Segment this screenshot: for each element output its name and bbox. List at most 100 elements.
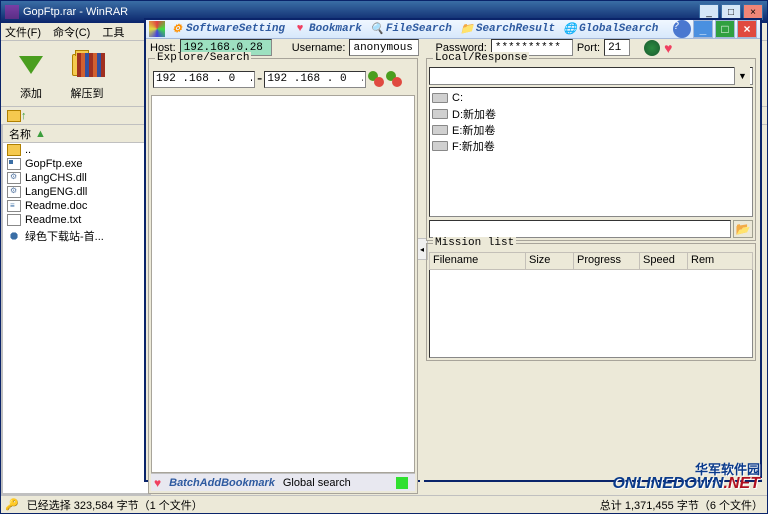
drive-icon xyxy=(432,125,448,135)
software-setting-button[interactable]: ⚙SoftwareSetting xyxy=(167,20,288,38)
file-panel: 名称 ▲ ..GopFtp.exeLangCHS.dllLangENG.dllR… xyxy=(1,125,151,495)
ie-icon xyxy=(7,230,21,242)
username-input[interactable] xyxy=(349,39,419,56)
path-input[interactable] xyxy=(429,220,731,238)
dll-icon xyxy=(7,186,21,198)
file-row[interactable]: Readme.txt xyxy=(3,213,149,227)
rar-icon xyxy=(5,5,19,19)
name-header: 名称 xyxy=(9,126,31,142)
arrow-down-icon xyxy=(19,56,43,74)
add-label: 添加 xyxy=(20,85,42,101)
status-total: 总计 1,371,455 字节（6 个文件） xyxy=(600,497,763,513)
port-label: Port: xyxy=(577,42,600,54)
folder-icon xyxy=(72,54,102,76)
exe-icon xyxy=(7,158,21,170)
scan-button-2[interactable] xyxy=(386,71,402,87)
chevron-down-icon: ▼ xyxy=(734,67,750,85)
file-name: Readme.txt xyxy=(25,214,81,226)
drive-row[interactable]: D:新加卷 xyxy=(432,106,750,122)
drive-icon xyxy=(432,141,448,151)
drive-icon xyxy=(432,93,448,103)
drive-label: C: xyxy=(452,92,463,104)
file-name: LangCHS.dll xyxy=(25,172,87,184)
file-search-button[interactable]: 🔍FileSearch xyxy=(367,20,455,38)
window-title: GopFtp.rar - WinRAR xyxy=(23,6,128,18)
mission-body[interactable] xyxy=(429,270,753,358)
menu-file[interactable]: 文件(F) xyxy=(5,24,41,40)
port-input[interactable] xyxy=(604,39,630,56)
drive-row[interactable]: C: xyxy=(432,90,750,106)
status-selection: 已经选择 323,584 字节（1 个文件） xyxy=(27,497,203,513)
col-progress[interactable]: Progress xyxy=(574,253,640,269)
file-row[interactable]: GopFtp.exe xyxy=(3,157,149,171)
folder-icon xyxy=(7,110,21,122)
dll-icon xyxy=(7,172,21,184)
winrar-statusbar: 🔑 已经选择 323,584 字节（1 个文件） 总计 1,371,455 字节… xyxy=(1,495,767,513)
drive-row[interactable]: F:新加卷 xyxy=(432,138,750,154)
file-row[interactable]: Readme.doc xyxy=(3,199,149,213)
file-name: Readme.doc xyxy=(25,200,87,212)
globe-icon: 🌐 xyxy=(563,22,577,36)
up-arrow-icon: ↑ xyxy=(21,110,27,122)
file-name: 绿色下载站-首... xyxy=(25,228,104,244)
inner-maximize-button[interactable]: □ xyxy=(715,20,735,38)
col-remain[interactable]: Rem xyxy=(688,253,752,269)
file-row[interactable]: LangCHS.dll xyxy=(3,171,149,185)
inner-close-button[interactable]: × xyxy=(737,20,757,38)
explore-list[interactable] xyxy=(151,95,415,473)
extract-button[interactable]: 解压到 xyxy=(67,45,107,102)
drive-label: D:新加卷 xyxy=(452,106,496,122)
global-search-button[interactable]: 🌐GlobalSearch xyxy=(560,20,661,38)
ip-from-input[interactable] xyxy=(153,71,255,88)
mission-header[interactable]: Filename Size Progress Speed Rem xyxy=(429,252,753,270)
file-name: .. xyxy=(25,144,31,156)
username-label: Username: xyxy=(292,42,346,54)
add-button[interactable]: 添加 xyxy=(11,45,51,102)
help-button[interactable]: ? xyxy=(673,20,691,38)
drive-icon xyxy=(432,109,448,119)
drive-row[interactable]: E:新加卷 xyxy=(432,122,750,138)
drive-list[interactable]: C: D:新加卷E:新加卷F:新加卷 xyxy=(429,87,753,217)
search-icon: 🔍 xyxy=(370,22,384,36)
col-filename[interactable]: Filename xyxy=(430,253,526,269)
add-bookmark-button[interactable]: ♥ xyxy=(664,41,678,55)
gopftp-window: ⚙SoftwareSetting ♥Bookmark 🔍FileSearch 📁… xyxy=(144,18,762,482)
local-group-label: Local/Response xyxy=(433,52,529,64)
folder-icon xyxy=(7,144,21,156)
inner-minimize-button[interactable]: _ xyxy=(693,20,713,38)
watermark: 华军软件园 ONLINEDOWN.NET xyxy=(612,463,760,492)
global-search-label[interactable]: Global search xyxy=(283,477,351,489)
heart-icon: ♥ xyxy=(293,22,307,36)
gear-icon: ⚙ xyxy=(170,22,184,36)
ip-to-input[interactable] xyxy=(264,71,366,88)
doc-icon xyxy=(7,200,21,212)
mission-label: Mission list xyxy=(433,237,516,249)
splitter[interactable]: ◂ xyxy=(420,58,424,494)
scan-button-1[interactable] xyxy=(368,71,384,87)
drive-label: E:新加卷 xyxy=(452,122,495,138)
folder-open-icon: 📂 xyxy=(736,222,751,236)
search-result-button[interactable]: 📁SearchResult xyxy=(457,20,558,38)
file-row[interactable]: LangENG.dll xyxy=(3,185,149,199)
drive-label: F:新加卷 xyxy=(452,138,495,154)
sort-asc-icon: ▲ xyxy=(35,128,46,140)
response-combo[interactable]: ▼ xyxy=(432,67,750,85)
dash-label: - xyxy=(257,70,262,88)
file-list[interactable]: ..GopFtp.exeLangCHS.dllLangENG.dllReadme… xyxy=(3,143,149,493)
connect-button[interactable] xyxy=(644,40,660,56)
key-icon: 🔑 xyxy=(5,498,19,511)
column-header-name[interactable]: 名称 ▲ xyxy=(3,125,149,143)
file-name: GopFtp.exe xyxy=(25,158,82,170)
open-path-button[interactable]: 📂 xyxy=(733,220,753,238)
file-row[interactable]: 绿色下载站-首... xyxy=(3,227,149,245)
heart-icon: ♥ xyxy=(154,476,161,490)
file-row[interactable]: .. xyxy=(3,143,149,157)
menu-tools[interactable]: 工具 xyxy=(102,24,124,40)
batch-add-bookmark-button[interactable]: BatchAddBookmark xyxy=(169,477,275,489)
bookmark-button[interactable]: ♥Bookmark xyxy=(290,20,365,38)
app-logo-icon xyxy=(149,21,165,37)
col-speed[interactable]: Speed xyxy=(640,253,688,269)
folder-icon: 📁 xyxy=(460,22,474,36)
menu-command[interactable]: 命令(C) xyxy=(53,24,90,40)
col-size[interactable]: Size xyxy=(526,253,574,269)
